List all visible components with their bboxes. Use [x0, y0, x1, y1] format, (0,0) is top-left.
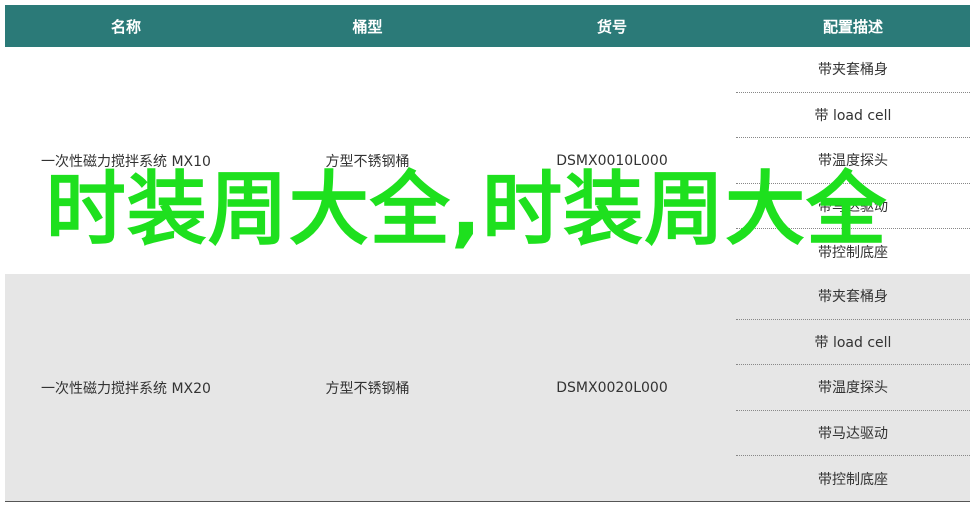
- table-row: 一次性磁力搅拌系统 MX10 方型不锈钢桶 DSMX0010L000 带夹套桶身…: [5, 47, 970, 275]
- header-config: 配置描述: [822, 17, 883, 36]
- header-type: 桶型: [352, 17, 383, 36]
- row-type: 方型不锈钢桶: [325, 380, 410, 397]
- config-item: 带夹套桶身: [736, 274, 970, 320]
- config-item: 带控制底座: [818, 244, 888, 261]
- row-configs: 带夹套桶身 带 load cell 带温度探头 带马达驱动 带控制底座: [736, 47, 970, 274]
- config-item: 带温度探头: [736, 138, 970, 184]
- product-table: 名称 桶型 货号 配置描述 一次性磁力搅拌系统 MX10 方型不锈钢桶 DSMX…: [5, 0, 970, 502]
- config-item: 带控制底座: [818, 471, 888, 488]
- row-configs: 带夹套桶身 带 load cell 带温度探头 带马达驱动 带控制底座: [736, 274, 970, 501]
- config-item: 带 load cell: [736, 320, 970, 366]
- row-name: 一次性磁力搅拌系统 MX20: [41, 380, 211, 397]
- config-item: 带夹套桶身: [736, 47, 970, 93]
- config-item: 带温度探头: [736, 365, 970, 411]
- table-header: 名称 桶型 货号 配置描述: [5, 5, 970, 47]
- row-type: 方型不锈钢桶: [325, 153, 410, 170]
- table-row: 一次性磁力搅拌系统 MX20 方型不锈钢桶 DSMX0020L000 带夹套桶身…: [5, 274, 970, 502]
- row-sku: DSMX0010L000: [556, 152, 668, 169]
- config-item: 带 load cell: [736, 93, 970, 139]
- row-sku: DSMX0020L000: [556, 379, 668, 396]
- config-item: 带马达驱动: [736, 184, 970, 230]
- config-item: 带马达驱动: [736, 411, 970, 457]
- header-sku: 货号: [596, 17, 627, 36]
- header-name: 名称: [110, 17, 141, 36]
- row-name: 一次性磁力搅拌系统 MX10: [41, 153, 211, 170]
